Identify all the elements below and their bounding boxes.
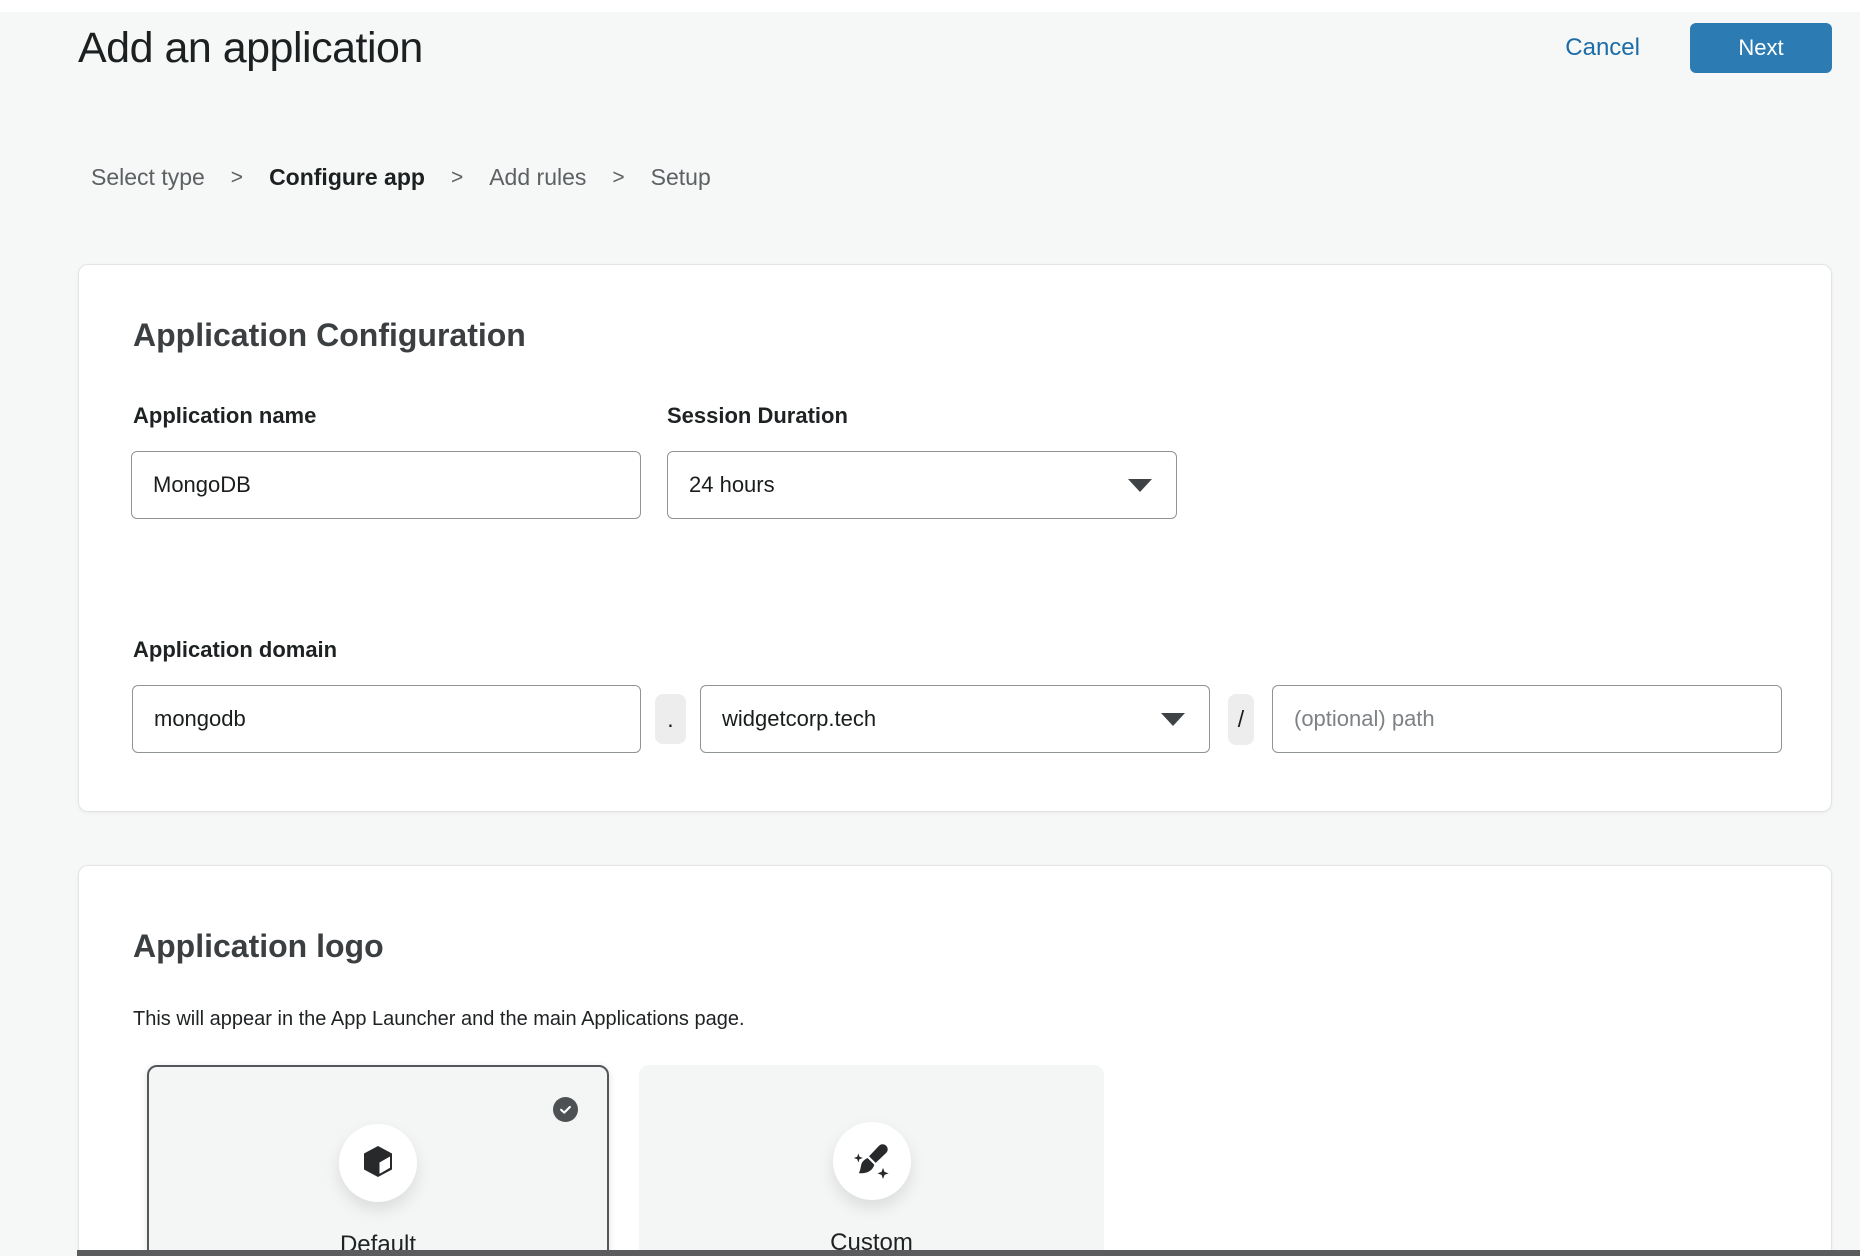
logo-option-default[interactable]: Default [147, 1065, 609, 1256]
logo-heading: Application logo [133, 928, 384, 965]
application-name-label: Application name [133, 403, 316, 429]
cancel-button[interactable]: Cancel [1565, 34, 1640, 62]
page-title: Add an application [78, 24, 423, 73]
domain-row: . widgetcorp.tech / [132, 685, 1782, 753]
logo-description: This will appear in the App Launcher and… [133, 1008, 745, 1031]
cube-icon [339, 1124, 417, 1202]
check-icon [553, 1097, 578, 1122]
top-white-strip [0, 0, 1860, 12]
chevron-down-icon [1128, 479, 1152, 492]
step-separator-icon: > [231, 166, 243, 190]
application-logo-card: Application logo This will appear in the… [78, 865, 1832, 1256]
paintbrush-icon [833, 1122, 911, 1200]
configuration-heading: Application Configuration [133, 317, 526, 354]
application-name-input[interactable] [131, 451, 641, 519]
session-duration-select[interactable]: 24 hours [667, 451, 1177, 519]
next-button[interactable]: Next [1690, 23, 1832, 73]
subdomain-input[interactable] [132, 685, 641, 753]
domain-value: widgetcorp.tech [722, 706, 876, 732]
bottom-dark-bar [77, 1250, 1860, 1256]
domain-select[interactable]: widgetcorp.tech [700, 685, 1210, 753]
path-input[interactable] [1272, 685, 1782, 753]
session-duration-value: 24 hours [689, 472, 775, 498]
step-configure-app: Configure app [269, 164, 425, 191]
header-actions: Cancel Next [1565, 23, 1832, 73]
application-configuration-card: Application Configuration Application na… [78, 264, 1832, 812]
step-select-type[interactable]: Select type [91, 164, 205, 191]
chevron-down-icon [1161, 713, 1185, 726]
name-session-row: 24 hours [131, 451, 1177, 519]
wizard-steps: Select type > Configure app > Add rules … [91, 164, 711, 191]
logo-options: Default Custom [147, 1065, 1104, 1256]
step-add-rules[interactable]: Add rules [489, 164, 586, 191]
session-duration-label: Session Duration [667, 403, 848, 429]
logo-option-custom[interactable]: Custom [639, 1065, 1104, 1256]
dot-separator: . [655, 694, 686, 744]
step-separator-icon: > [451, 166, 463, 190]
application-domain-label: Application domain [133, 637, 337, 663]
step-setup[interactable]: Setup [651, 164, 711, 191]
step-separator-icon: > [612, 166, 624, 190]
page-header: Add an application Cancel Next [78, 22, 1832, 74]
slash-separator: / [1228, 694, 1254, 745]
